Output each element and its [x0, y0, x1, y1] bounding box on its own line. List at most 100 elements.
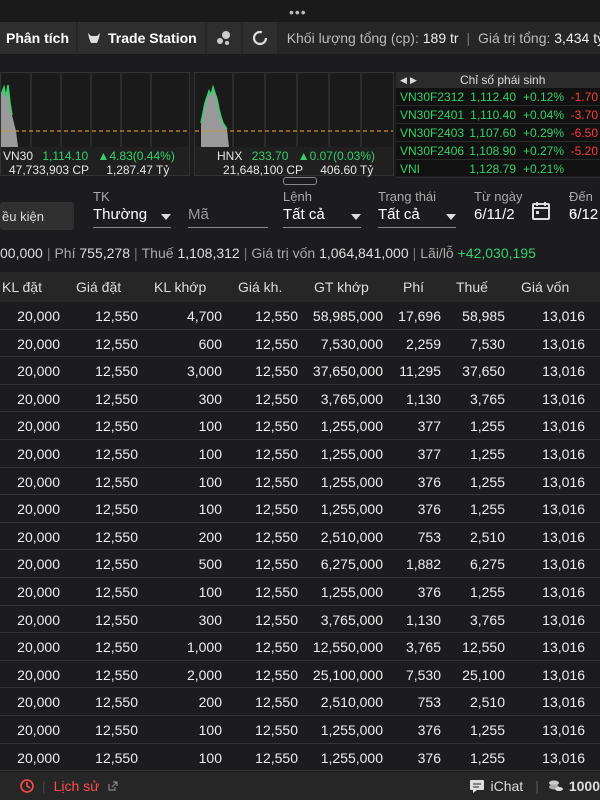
- table-row[interactable]: 20,000 12,550 100 12,550 1,255,000 376 1,255 13…: [0, 716, 600, 744]
- table-cell: 13,016: [542, 611, 585, 628]
- table-row[interactable]: 20,000 12,550 100 12,550 1,255,000 377 1,255 13…: [0, 440, 600, 468]
- deriv-row[interactable]: VN30F2312 1,112.40 +0.12% -1.70: [396, 88, 600, 106]
- analysis-tab[interactable]: Phân tích: [0, 22, 76, 54]
- vn30-line1: VN30 1,114.10 ▲4.83(0.44%): [3, 149, 175, 163]
- refresh-icon: [252, 30, 267, 46]
- hnx-name: HNX: [217, 149, 243, 163]
- summary-first: 00,000: [0, 245, 43, 261]
- order-select[interactable]: Tất cả: [283, 206, 361, 228]
- hnx-pct: (0.03%): [332, 149, 376, 163]
- deriv-row[interactable]: VN30F2403 1,107.60 +0.29% -6.50: [396, 124, 600, 142]
- table-row[interactable]: 20,000 12,550 4,700 12,550 58,985,000 17,696 5…: [0, 302, 600, 330]
- refresh-button[interactable]: [242, 22, 277, 54]
- table-cell: 13,016: [542, 335, 585, 352]
- column-header[interactable]: Thuế: [456, 279, 488, 295]
- next-arrow-icon[interactable]: ▶: [410, 75, 420, 86]
- table-row[interactable]: 20,000 12,550 300 12,550 3,765,000 1,130 3,765…: [0, 385, 600, 413]
- table-row[interactable]: 20,000 12,550 200 12,550 2,510,000 753 2,510 13…: [0, 523, 600, 551]
- from-date-value: 6/11/2: [474, 206, 515, 223]
- table-cell: 1,130: [405, 611, 441, 628]
- table-row[interactable]: 20,000 12,550 200 12,550 2,510,000 753 2,510 13…: [0, 688, 600, 716]
- table-row[interactable]: 20,000 12,550 300 12,550 3,765,000 1,130 3,765…: [0, 606, 600, 634]
- table-row[interactable]: 20,000 12,550 100 12,550 1,255,000 376 1,255 13…: [0, 495, 600, 523]
- vn30-mini-chart: [1, 73, 189, 147]
- table-cell: 20,000: [17, 556, 60, 573]
- collapse-handle[interactable]: [283, 177, 317, 185]
- column-header[interactable]: Giá đặt: [76, 279, 121, 295]
- table-cell: 58,985: [462, 308, 505, 324]
- hnx-volume: 21,648,100 CP: [223, 163, 303, 177]
- column-header[interactable]: Phí: [403, 279, 424, 295]
- window-handle[interactable]: •••: [0, 0, 600, 22]
- column-header[interactable]: GT khớp: [314, 279, 369, 295]
- from-date-label: Từ ngày: [474, 189, 523, 204]
- table-row[interactable]: 20,000 12,550 100 12,550 1,255,000 376 1,255 13…: [0, 744, 600, 772]
- table-cell: 12,550: [95, 694, 138, 711]
- top-nav: Phân tích Trade Station Khối lượng tổng …: [0, 22, 600, 54]
- table-cell: 753: [417, 694, 441, 711]
- to-date-input[interactable]: 6/12: [569, 206, 600, 228]
- table-row[interactable]: 20,000 12,550 1,000 12,550 12,550,000 3,765 12…: [0, 633, 600, 661]
- table-row[interactable]: 20,000 12,550 100 12,550 1,255,000 377 1,255 13…: [0, 412, 600, 440]
- hnx-mini-chart: [195, 73, 393, 147]
- deriv-diff: -1.70: [570, 89, 598, 104]
- chat-icon[interactable]: [469, 779, 485, 793]
- table-cell: 377: [417, 445, 441, 462]
- table-cell: 20,000: [17, 694, 60, 711]
- deriv-row[interactable]: VNI 1,128.79 +0.21%: [396, 160, 600, 178]
- deriv-pct: +0.04%: [522, 107, 564, 122]
- table-cell: 200: [198, 694, 222, 711]
- trade-station-tab[interactable]: Trade Station: [78, 22, 205, 54]
- status-value: Tất cả: [378, 206, 420, 223]
- table-cell: 20,000: [17, 418, 60, 435]
- more-dots-icon[interactable]: •••: [289, 4, 307, 20]
- table-row[interactable]: 20,000 12,550 100 12,550 1,255,000 376 1,255 13…: [0, 468, 600, 496]
- ichat-label[interactable]: iChat: [491, 778, 524, 794]
- deriv-price: 1,108.90: [469, 143, 516, 158]
- status-select[interactable]: Tất cả: [378, 206, 456, 228]
- calendar-icon[interactable]: [530, 200, 552, 222]
- table-cell: 12,550: [95, 473, 138, 490]
- table-row[interactable]: 20,000 12,550 3,000 12,550 37,650,000 11,295 3…: [0, 357, 600, 385]
- hnx-value: 233.70: [251, 149, 289, 163]
- condition-button[interactable]: ều kiện: [0, 202, 74, 230]
- table-cell: 7,530,000: [320, 335, 383, 352]
- bubbles-button[interactable]: [206, 22, 241, 54]
- deriv-diff: -5.20: [570, 143, 598, 158]
- table-cell: 12,550: [95, 611, 138, 628]
- table-cell: 12,550: [255, 418, 298, 435]
- column-header[interactable]: KL đặt: [2, 279, 42, 295]
- table-cell: 12,550: [95, 363, 138, 380]
- column-header[interactable]: Giá vốn: [521, 279, 569, 295]
- table-cell: 13,016: [542, 639, 585, 656]
- table-cell: 12,550: [95, 749, 138, 766]
- table-cell: 1,255: [469, 418, 505, 435]
- history-button[interactable]: | Lịch sử: [0, 772, 122, 800]
- table-cell: 1,000: [186, 639, 222, 656]
- table-cell: 17,696: [398, 308, 441, 324]
- column-header[interactable]: KL khớp: [154, 279, 206, 295]
- index-card-hnx[interactable]: HNX 233.70 ▲0.07(0.03%) 21,648,100 CP 40…: [194, 72, 394, 177]
- table-cell: 37,650,000: [312, 363, 383, 380]
- table-row[interactable]: 20,000 12,550 600 12,550 7,530,000 2,259 7,530…: [0, 330, 600, 358]
- derivatives-header: ◀ ▶ Chỉ số phái sinh: [396, 72, 600, 88]
- deriv-row[interactable]: VN30F2401 1,110.40 +0.04% -3.70: [396, 106, 600, 124]
- table-cell: 4,700: [186, 308, 222, 324]
- column-header[interactable]: Giá kh.: [238, 279, 282, 295]
- table-row[interactable]: 20,000 12,550 2,000 12,550 25,100,000 7,530 25…: [0, 661, 600, 689]
- deriv-row[interactable]: VN30F2406 1,108.90 +0.27% -5.20: [396, 142, 600, 160]
- table-row[interactable]: 20,000 12,550 500 12,550 6,275,000 1,882 6,275…: [0, 550, 600, 578]
- table-cell: 20,000: [17, 308, 60, 324]
- table-cell: 12,550: [95, 390, 138, 407]
- deriv-price: 1,128.79: [469, 161, 516, 176]
- table-cell: 20,000: [17, 390, 60, 407]
- hnx-change: 0.07: [309, 149, 333, 163]
- table-cell: 12,550: [255, 501, 298, 518]
- code-input[interactable]: Mã: [188, 206, 268, 228]
- table-row[interactable]: 20,000 12,550 100 12,550 1,255,000 376 1,255 13…: [0, 578, 600, 606]
- table-cell: 12,550: [255, 445, 298, 462]
- vn30-change: 4.83: [109, 149, 133, 163]
- index-card-vn30[interactable]: VN30 1,114.10 ▲4.83(0.44%) 47,733,903 CP…: [0, 72, 190, 177]
- prev-arrow-icon[interactable]: ◀: [400, 75, 410, 86]
- tk-select[interactable]: Thường: [93, 206, 171, 228]
